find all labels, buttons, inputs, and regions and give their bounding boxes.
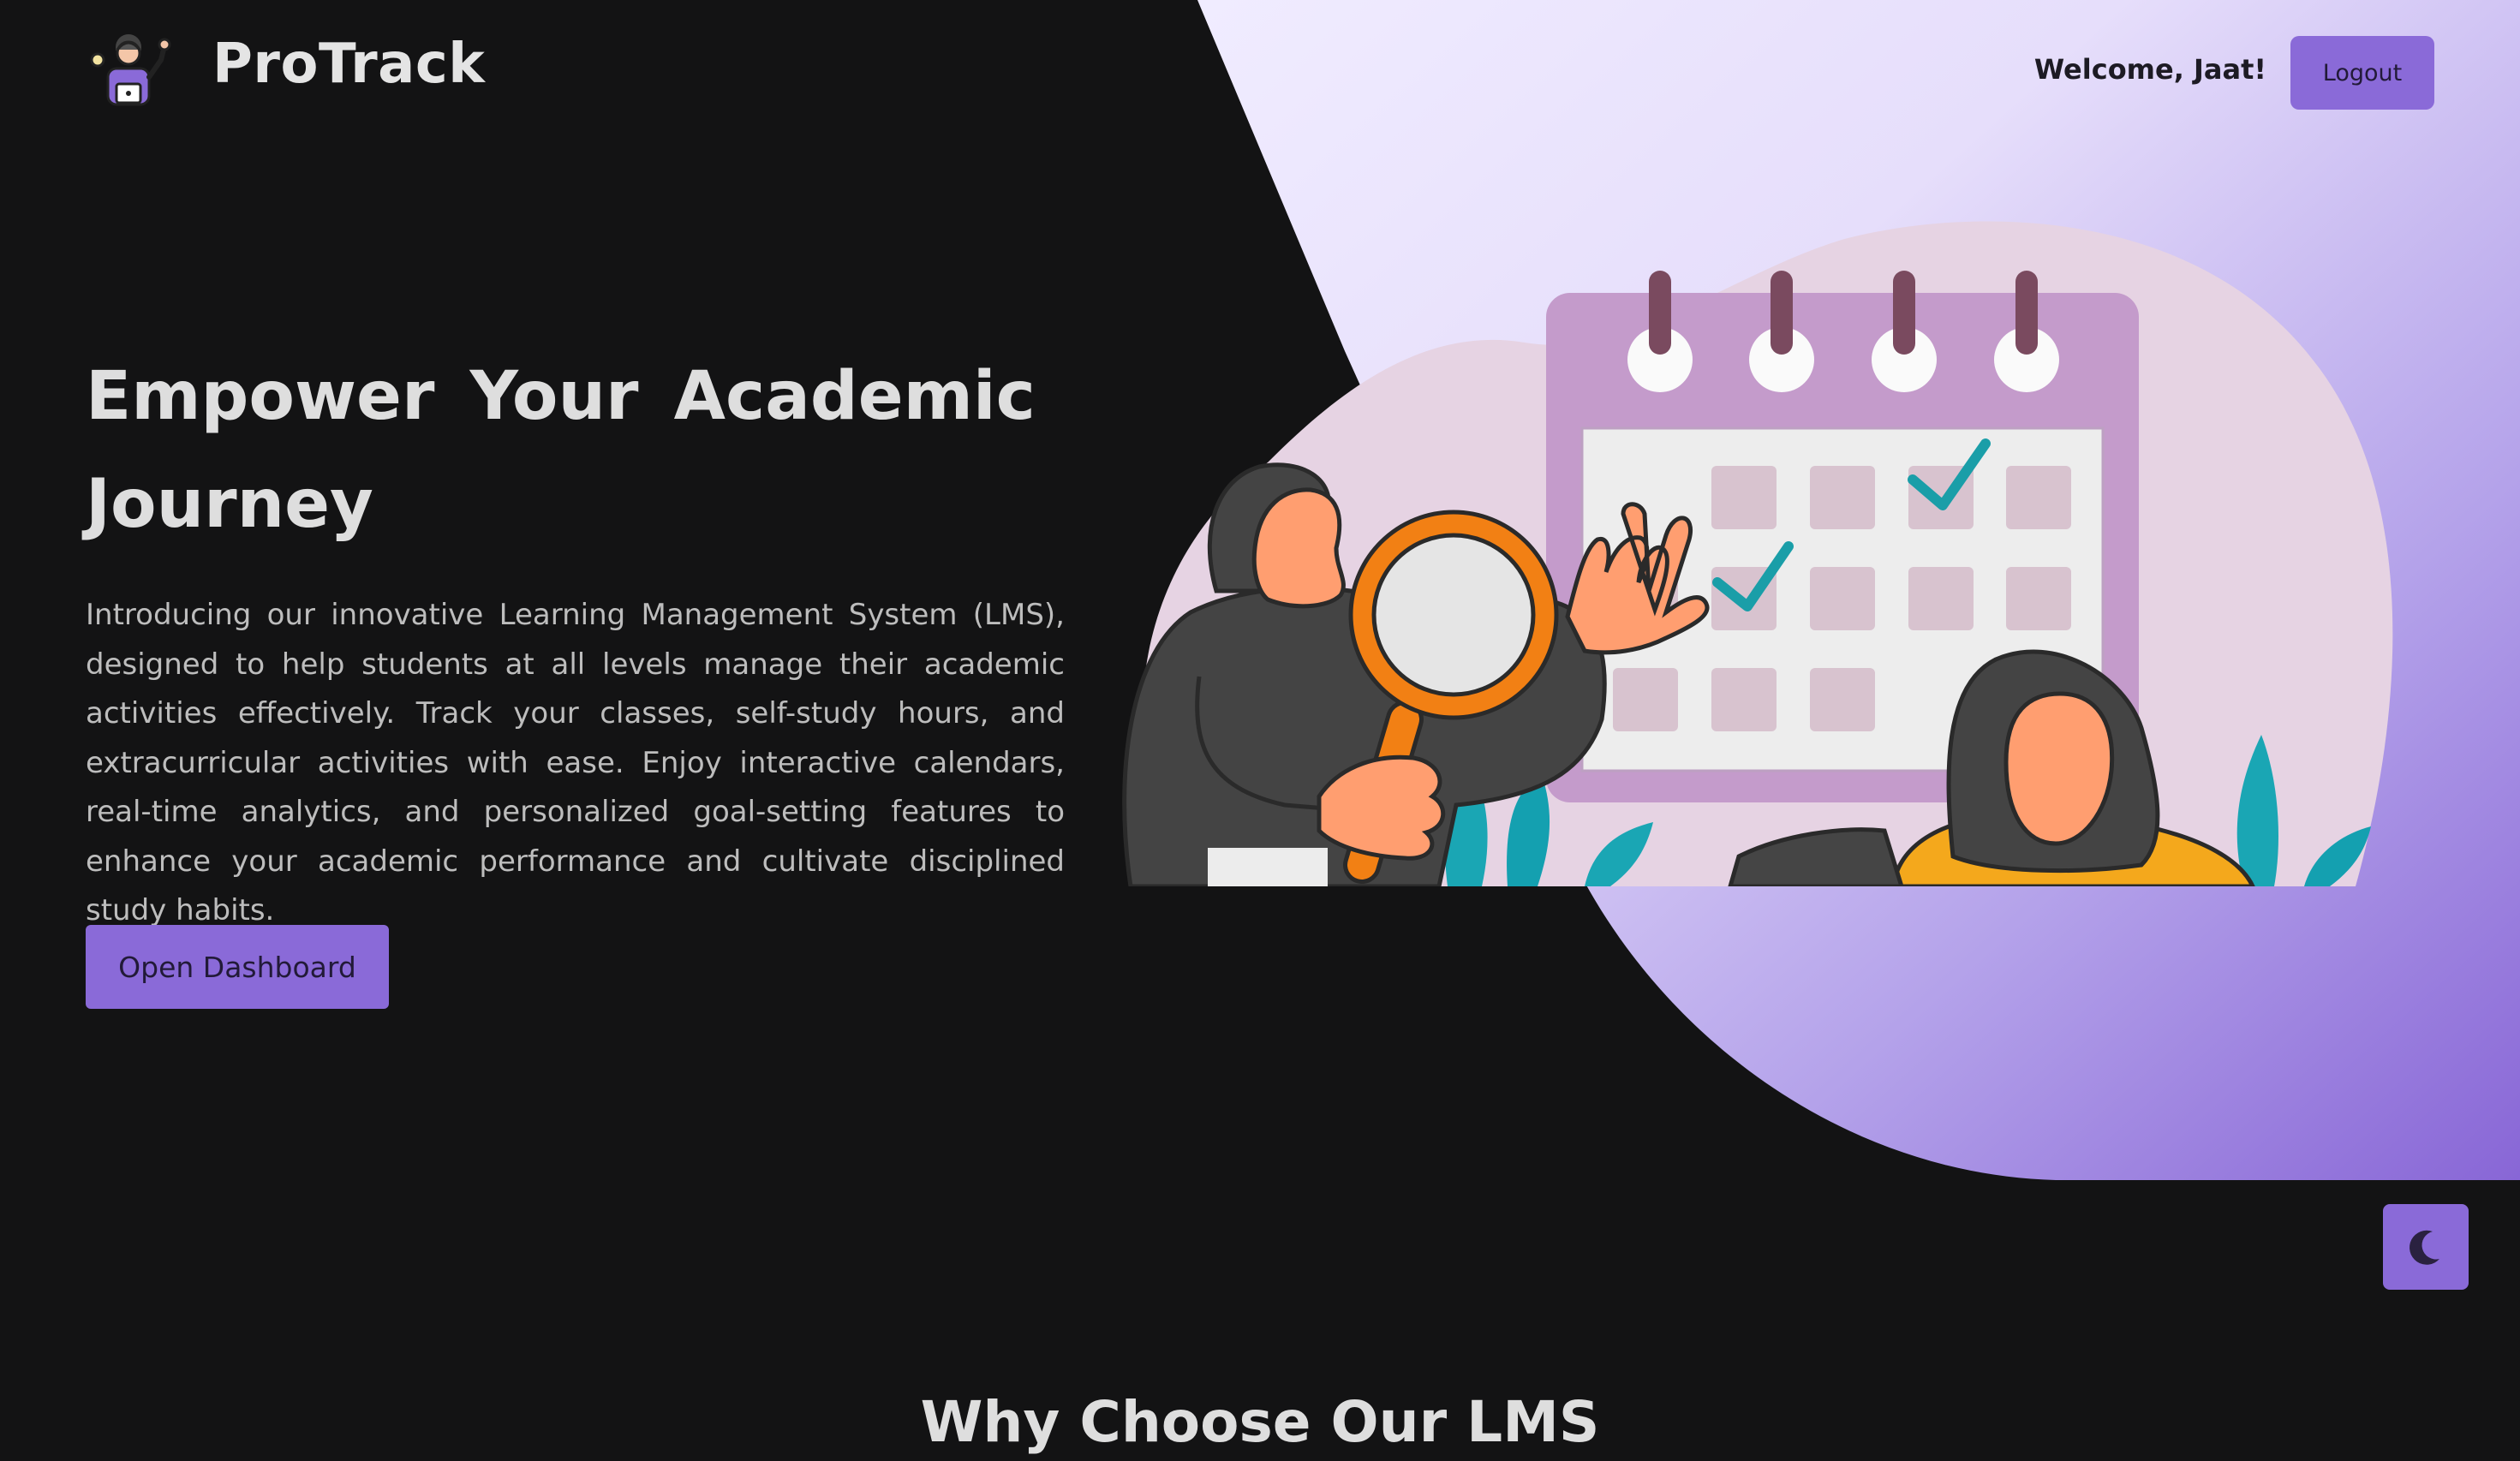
student-mascot-icon (90, 34, 171, 106)
logout-button[interactable]: Logout (2290, 36, 2434, 110)
hero-title: Empower Your Academic Journey (86, 358, 1036, 543)
hero-description: Introducing our innovative Learning Mana… (86, 598, 1065, 927)
moon-icon (2410, 1230, 2439, 1265)
open-dashboard-button[interactable]: Open Dashboard (86, 925, 389, 1009)
calendar-planning-illustration (1122, 221, 2393, 886)
features-section-title: Why Choose Our LMS (920, 1389, 1600, 1455)
welcome-message: Welcome, Jaat! (2033, 53, 2266, 86)
theme-toggle-button[interactable] (2383, 1204, 2469, 1290)
brand-name: ProTrack (212, 33, 486, 96)
top-navbar: ProTrack Welcome, Jaat! Logout (0, 0, 2520, 146)
